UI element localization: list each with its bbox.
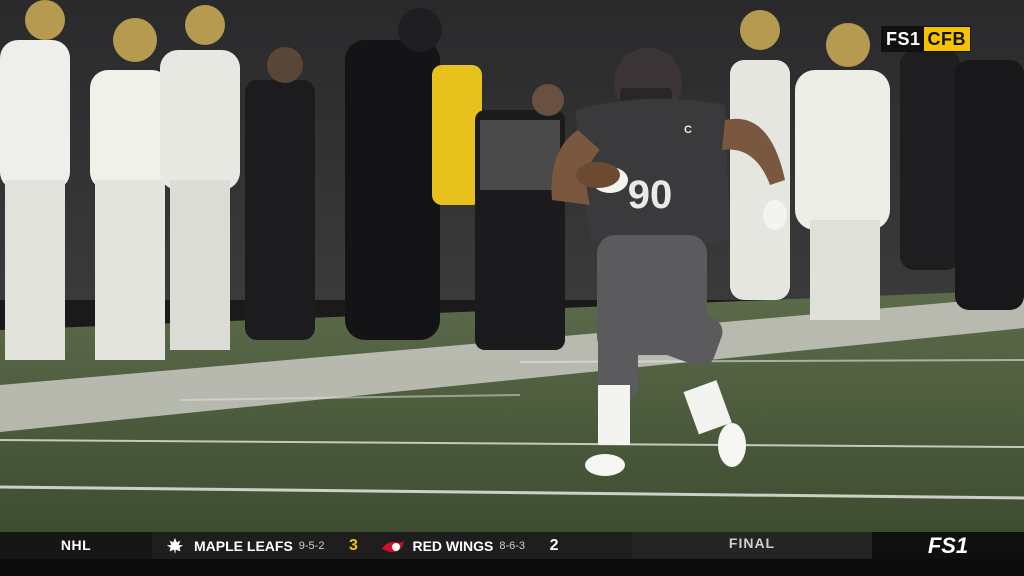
- network-bug-sport: CFB: [923, 27, 971, 51]
- away-team-record: 9-5-2: [298, 539, 325, 552]
- opponent-players-left: [0, 0, 240, 360]
- ticker-network-logo: FS1: [872, 532, 1024, 559]
- away-team-score: 3: [349, 536, 358, 554]
- ticker-game: MAPLE LEAFS 9-5-2 3 RED WINGS 8-6-3 2: [152, 532, 632, 559]
- network-bug-network: FS1: [882, 27, 924, 51]
- game-status: FINAL: [632, 532, 872, 559]
- broadcast-frame: 90 C FS1 CFB NHL MAPLE LEAFS 9-5-2 3 RED…: [0, 0, 1024, 576]
- home-team-name: RED WINGS: [412, 537, 494, 554]
- football-scene: 90 C: [0, 0, 1024, 532]
- bottom-bar: [0, 559, 1024, 576]
- winged-wheel-icon: [380, 536, 406, 556]
- score-ticker: NHL MAPLE LEAFS 9-5-2 3 RED WINGS 8-6-3 …: [0, 532, 1024, 559]
- captain-patch: C: [684, 124, 692, 136]
- network-bug: FS1 CFB: [881, 26, 972, 52]
- ticker-league: NHL: [0, 532, 152, 559]
- home-team-score: 2: [549, 536, 559, 554]
- jersey-number: 90: [628, 173, 673, 217]
- away-team-name: MAPLE LEAFS: [194, 537, 293, 554]
- home-team-record: 8-6-3: [499, 539, 526, 552]
- maple-leaf-icon: [162, 536, 188, 556]
